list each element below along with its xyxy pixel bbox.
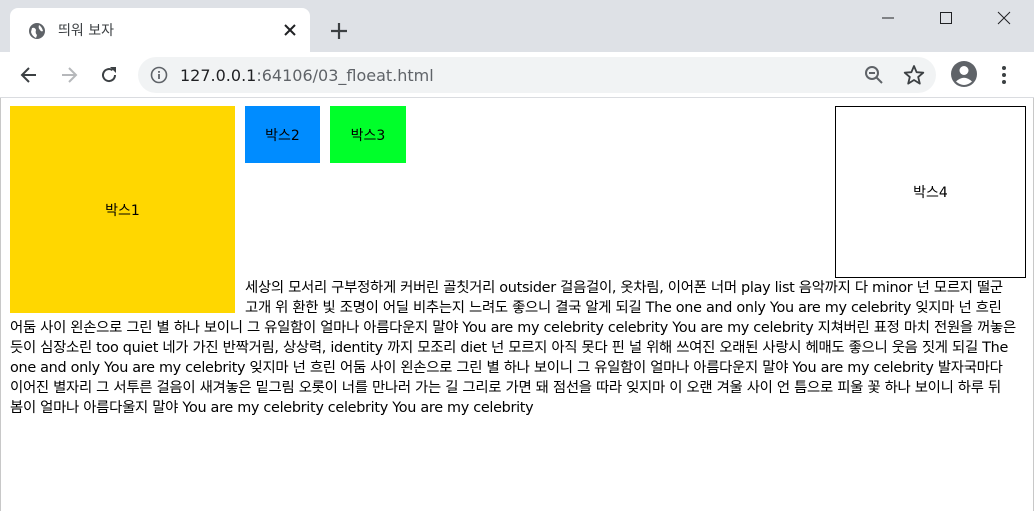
avatar-icon[interactable] <box>950 60 978 88</box>
close-icon[interactable] <box>282 22 298 38</box>
star-icon[interactable] <box>903 64 925 86</box>
plus-icon[interactable] <box>328 20 350 42</box>
url-text: 127.0.0.1:64106/03_floeat.html <box>180 66 434 85</box>
minimize-icon <box>882 17 894 19</box>
url-host: 127.0.0.1 <box>180 66 257 85</box>
minimize-button[interactable] <box>860 0 916 36</box>
box-3-label: 박스3 <box>350 127 386 144</box>
globe-icon <box>29 23 45 39</box>
info-icon[interactable] <box>150 66 168 84</box>
window-close-button[interactable] <box>976 0 1032 36</box>
arrow-right-icon <box>62 67 78 83</box>
back-button[interactable] <box>17 63 41 87</box>
zoom-out-icon[interactable] <box>864 65 884 85</box>
browser-tab[interactable]: 띄워 보자 <box>10 8 310 52</box>
page-viewport: 박스1 박스2 박스3 박스4 세상의 모서리 구부정하게 커버린 골칫거리 o… <box>0 98 1034 511</box>
close-icon <box>997 11 1011 25</box>
box-4: 박스4 <box>835 106 1026 278</box>
browser-toolbar: 127.0.0.1:64106/03_floeat.html <box>0 52 1034 98</box>
tab-strip: 띄워 보자 <box>0 0 1034 52</box>
box-2: 박스2 <box>245 106 320 163</box>
tab-title: 띄워 보자 <box>58 23 114 39</box>
box-2-label: 박스2 <box>265 127 300 144</box>
reload-icon <box>102 67 117 83</box>
box-3: 박스3 <box>330 106 406 163</box>
box-4-label: 박스4 <box>913 185 948 201</box>
box-1: 박스1 <box>10 106 235 313</box>
arrow-left-icon <box>20 67 36 83</box>
forward-button[interactable] <box>57 63 81 87</box>
maximize-icon <box>940 12 952 24</box>
reload-button[interactable] <box>97 63 121 87</box>
page-body: 박스1 박스2 박스3 박스4 세상의 모서리 구부정하게 커버린 골칫거리 o… <box>1 98 1033 418</box>
url-path: :64106/03_floeat.html <box>256 66 434 85</box>
box-1-label: 박스1 <box>105 202 140 219</box>
maximize-button[interactable] <box>918 0 974 36</box>
kebab-menu-icon[interactable] <box>996 63 1012 87</box>
address-bar[interactable]: 127.0.0.1:64106/03_floeat.html <box>138 57 936 93</box>
